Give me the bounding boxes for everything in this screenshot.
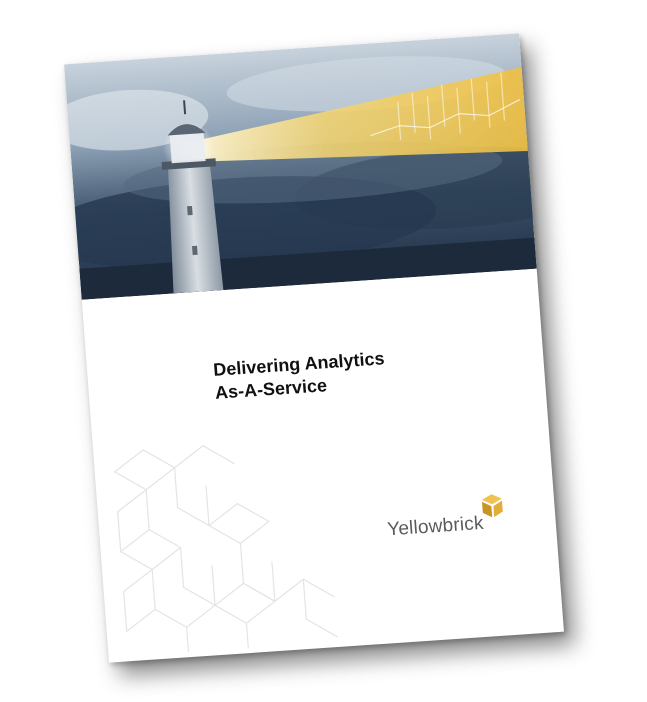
yellowbrick-cube-icon xyxy=(481,494,503,518)
lighthouse-storm-photo xyxy=(64,33,537,300)
brand-name: Yellowbrick xyxy=(386,512,485,541)
yellowbrick-logo: Yellowbrick xyxy=(385,491,508,541)
geometric-pattern xyxy=(113,445,339,653)
document-title: Delivering Analytics As-A-Service xyxy=(213,347,387,405)
cover-hero-image xyxy=(64,33,537,300)
brochure-stage: Delivering Analytics As-A-Service Yellow… xyxy=(0,0,647,702)
brochure-cover: Delivering Analytics As-A-Service Yellow… xyxy=(64,33,564,663)
